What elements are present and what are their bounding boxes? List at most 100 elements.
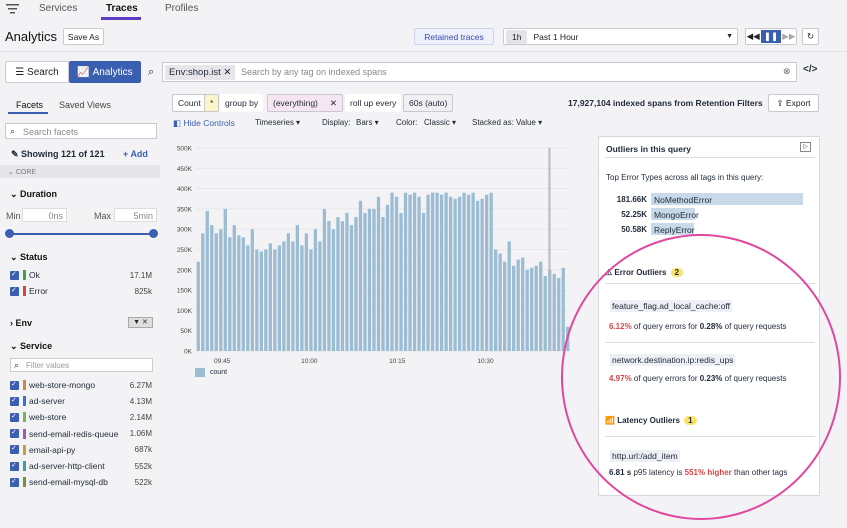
- latency-tag-1[interactable]: http.url:/add_item: [610, 450, 680, 462]
- save-as-button[interactable]: Save As: [63, 28, 104, 45]
- chart-bar[interactable]: [503, 261, 507, 351]
- chart-bar[interactable]: [471, 192, 475, 351]
- service-item-row[interactable]: send-email-redis-queue 1.06M: [10, 427, 152, 441]
- checkbox[interactable]: [10, 270, 19, 280]
- forward-icon[interactable]: ▶▶: [782, 31, 795, 42]
- chart-bar[interactable]: [210, 225, 214, 351]
- chart-bar[interactable]: [444, 192, 448, 351]
- chart-bar[interactable]: [358, 200, 363, 351]
- chart-bar[interactable]: [426, 194, 430, 351]
- chart-bar[interactable]: [327, 221, 331, 351]
- search-mode-button[interactable]: ☰ Search: [5, 61, 69, 83]
- menu-icon[interactable]: [6, 4, 19, 14]
- facet-search-input[interactable]: ⌕ Search facets: [5, 123, 157, 139]
- star-chip[interactable]: *: [204, 94, 220, 112]
- tag-chip[interactable]: Env:shop.ist ✕: [165, 65, 236, 80]
- service-item-row[interactable]: send-email-mysql-db 522k: [10, 475, 152, 489]
- service-item-row[interactable]: web-store-mongo 6.27M: [10, 378, 152, 392]
- chart-bar[interactable]: [516, 259, 520, 351]
- close-icon[interactable]: ✕: [330, 98, 337, 109]
- chart-bar[interactable]: [273, 249, 277, 352]
- chart-bar[interactable]: [408, 194, 412, 351]
- chart-bar[interactable]: [363, 212, 367, 351]
- chart-bar[interactable]: [530, 267, 534, 351]
- error-type-name[interactable]: NoMethodError: [654, 195, 712, 205]
- chart-bar[interactable]: [349, 225, 354, 351]
- tab-profiles[interactable]: Profiles: [165, 3, 198, 14]
- chart-bar[interactable]: [448, 196, 453, 351]
- outlier-tag-1[interactable]: feature_flag.ad_local_cache:off: [610, 300, 732, 312]
- chart-bar[interactable]: [318, 241, 322, 351]
- slider-min-handle[interactable]: [5, 229, 14, 238]
- chart-bar[interactable]: [466, 194, 471, 351]
- checkbox[interactable]: [10, 380, 19, 390]
- chart-bar[interactable]: [489, 192, 493, 351]
- tab-traces[interactable]: Traces: [106, 3, 138, 14]
- status-header[interactable]: ⌄ Status: [10, 252, 48, 263]
- chart-bar[interactable]: [385, 204, 390, 351]
- min-input[interactable]: 0ns: [22, 208, 67, 222]
- slider-max-handle[interactable]: [149, 229, 158, 238]
- time-range-select[interactable]: 1h Past 1 Hour ▼: [503, 28, 738, 45]
- add-facet-button[interactable]: + Add: [123, 149, 148, 159]
- refresh-icon[interactable]: ↻: [802, 28, 819, 45]
- error-type-name[interactable]: ReplyError: [654, 225, 695, 235]
- checkbox[interactable]: [10, 412, 19, 422]
- chart-bar[interactable]: [457, 196, 462, 351]
- chart-bar[interactable]: [300, 245, 304, 351]
- chart-bar[interactable]: [390, 192, 394, 351]
- env-filter-icons[interactable]: ▼ ✕: [128, 317, 153, 328]
- chart-bar[interactable]: [453, 198, 457, 351]
- chart-bar[interactable]: [534, 265, 538, 351]
- tab-services[interactable]: Services: [39, 3, 77, 14]
- chart-bar[interactable]: [241, 237, 245, 351]
- checkbox[interactable]: [10, 461, 19, 471]
- chart-bar[interactable]: [394, 196, 399, 351]
- chart-bar[interactable]: [219, 229, 223, 351]
- color-select[interactable]: Classic ▾: [424, 118, 456, 127]
- chart-bar[interactable]: [417, 196, 421, 351]
- chart-bar[interactable]: [277, 245, 282, 351]
- stacked-select[interactable]: Value ▾: [516, 118, 542, 127]
- chart-bar[interactable]: [268, 243, 273, 351]
- chart-bar[interactable]: [498, 253, 502, 351]
- rewind-icon[interactable]: ◀◀: [747, 31, 760, 42]
- chart-bar[interactable]: [412, 192, 417, 351]
- chart-bar[interactable]: [205, 210, 209, 351]
- chart-bar[interactable]: [507, 241, 511, 351]
- tab-facets[interactable]: Facets: [16, 100, 43, 110]
- service-filter-input[interactable]: ⌕ Filter values: [10, 358, 153, 372]
- checkbox[interactable]: [10, 396, 19, 406]
- chart-bar[interactable]: [232, 225, 236, 351]
- chart-bar[interactable]: [557, 277, 561, 351]
- chart-bar[interactable]: [480, 198, 484, 351]
- chart-bar[interactable]: [282, 241, 286, 351]
- chart-bar[interactable]: [512, 265, 516, 351]
- chart-bar[interactable]: [196, 261, 200, 351]
- hide-controls-button[interactable]: ◧ Hide Controls: [173, 118, 235, 129]
- service-item-row[interactable]: web-store 2.14M: [10, 410, 152, 424]
- chart-bar[interactable]: [322, 208, 327, 351]
- chart-bar[interactable]: [237, 235, 241, 351]
- export-button[interactable]: ⇪ Export: [768, 94, 819, 112]
- service-header[interactable]: ⌄ Service: [10, 341, 52, 352]
- retained-traces-button[interactable]: Retained traces: [414, 28, 494, 45]
- chart-bar[interactable]: [475, 200, 480, 351]
- chart-bar[interactable]: [291, 241, 295, 351]
- pause-icon[interactable]: ❚❚: [760, 30, 782, 43]
- rollup-chip[interactable]: 60s (auto): [403, 94, 454, 112]
- search-input[interactable]: Env:shop.ist ✕ Search by any tag on inde…: [162, 62, 797, 82]
- count-chip[interactable]: Count: [172, 94, 207, 112]
- env-header[interactable]: › Env: [10, 318, 32, 328]
- chart-bar[interactable]: [250, 229, 254, 351]
- chart-bar[interactable]: [484, 194, 489, 351]
- chart-bar[interactable]: [259, 251, 263, 351]
- chart-bar[interactable]: [435, 192, 439, 351]
- analytics-mode-button[interactable]: 📈 Analytics: [69, 61, 141, 83]
- chart-bar[interactable]: [376, 196, 381, 351]
- chart-bar[interactable]: [566, 326, 570, 351]
- service-item-row[interactable]: ad-server-http-client 552k: [10, 459, 152, 473]
- chart-bar[interactable]: [201, 233, 205, 351]
- chart-bar[interactable]: [340, 221, 345, 351]
- chart-bar[interactable]: [525, 269, 529, 351]
